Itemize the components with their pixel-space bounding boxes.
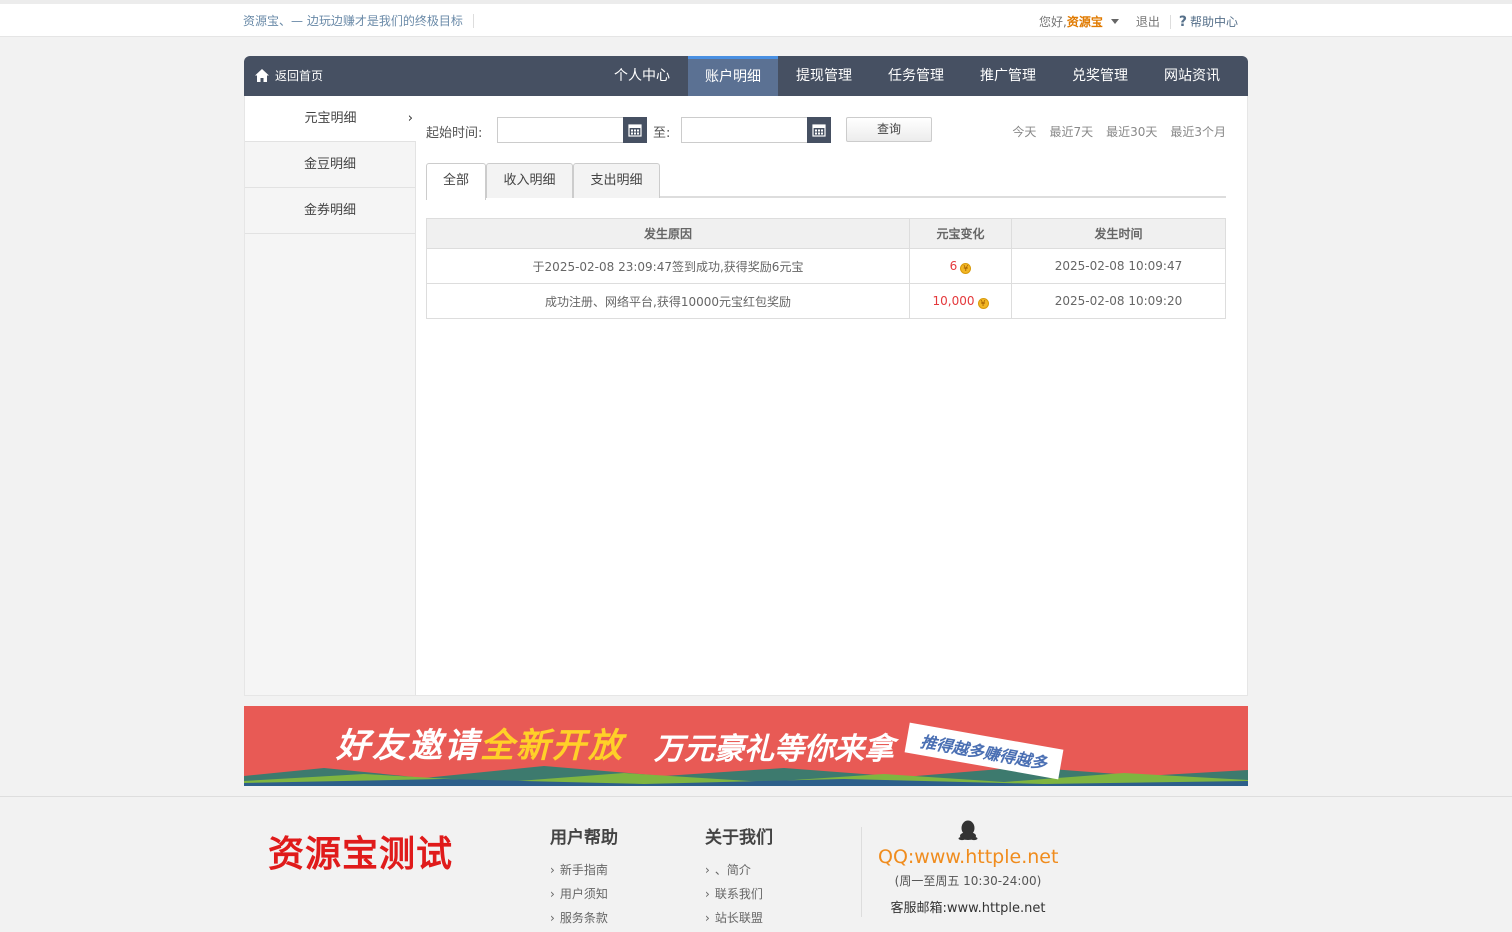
back-home-link[interactable]: 返回首页: [254, 67, 323, 84]
change-amount: 10,000: [932, 293, 975, 308]
question-icon[interactable]: ?: [1179, 14, 1187, 30]
chevron-right-icon: ›: [407, 111, 413, 126]
time-cell: 2025-02-08 10:09:20: [1011, 283, 1226, 319]
table-header-row: 发生原因 元宝变化 发生时间: [426, 218, 1226, 249]
footer-logo: 资源宝测试: [268, 833, 454, 875]
nav-item-promotion[interactable]: 推广管理: [962, 56, 1054, 96]
to-label: 至:: [653, 126, 671, 141]
quick-range-links: 今天 最近7天 最近30天 最近3个月: [999, 123, 1226, 140]
tab-all[interactable]: 全部: [426, 163, 486, 200]
quick-30-days[interactable]: 最近30天: [1106, 123, 1157, 140]
footer-link[interactable]: 服务条款: [550, 906, 618, 930]
user-menu: 您好, 资源宝 退出 ? 帮助中心: [1039, 13, 1238, 30]
home-icon: [255, 69, 269, 82]
reason-cell: 成功注册、网络平台,获得10000元宝红包奖励: [426, 283, 910, 319]
quick-today[interactable]: 今天: [1012, 123, 1036, 140]
records-table: 发生原因 元宝变化 发生时间 于2025-02-08 23:09:47签到成功,…: [426, 218, 1226, 319]
calendar-icon[interactable]: [623, 117, 647, 143]
footer-link[interactable]: 站长联盟: [705, 906, 773, 930]
sidebar-item-label: 金券明细: [303, 203, 356, 218]
sidebar-item-label: 元宝明细: [304, 111, 357, 126]
nav-item-prizes[interactable]: 兑奖管理: [1054, 56, 1146, 96]
footer: 资源宝测试 用户帮助 新手指南 用户须知 服务条款 关于我们 、简介 联系我们 …: [0, 796, 1512, 932]
column-header-reason: 发生原因: [426, 218, 910, 249]
nav-item-news[interactable]: 网站资讯: [1146, 56, 1238, 96]
nav-item-personal-center[interactable]: 个人中心: [596, 56, 688, 96]
start-time-label: 起始时间:: [426, 126, 483, 141]
footer-column-title: 用户帮助: [550, 828, 618, 848]
nav-item-account-details[interactable]: 账户明细: [688, 56, 778, 96]
reason-cell: 于2025-02-08 23:09:47签到成功,获得奖励6元宝: [426, 248, 910, 284]
footer-column-about: 关于我们 、简介 联系我们 站长联盟: [705, 823, 773, 930]
customer-service: QQ:www.httple.net (周一至周五 10:30-24:00) 客服…: [878, 819, 1058, 916]
table-row: 于2025-02-08 23:09:47签到成功,获得奖励6元宝 6 ¥ 2025…: [426, 248, 1226, 284]
footer-column-title: 关于我们: [705, 828, 773, 848]
qq-penguin-icon[interactable]: [957, 819, 979, 841]
banner-headline-text: 好友邀请: [336, 726, 480, 766]
tab-expense[interactable]: 支出明细: [573, 163, 660, 198]
footer-divider: [861, 827, 862, 917]
sidebar-item-yuanbao[interactable]: 元宝明细 ›: [245, 96, 416, 142]
nav-item-tasks[interactable]: 任务管理: [870, 56, 962, 96]
banner-subheadline: 万元豪礼等你来拿: [654, 732, 894, 767]
main-panel: 元宝明细 › 金豆明细 金券明细 起始时间: 至: 查询 今天 最近7天 最近3…: [244, 96, 1248, 696]
footer-link[interactable]: 、简介: [705, 858, 773, 882]
logout-link[interactable]: 退出: [1136, 13, 1160, 30]
table-row: 成功注册、网络平台,获得10000元宝红包奖励 10,000 ¥ 2025-02-…: [426, 283, 1226, 319]
yuanbao-coin-icon: ¥: [960, 262, 972, 274]
site-slogan: 资源宝、— 边玩边赚才是我们的终极目标: [243, 14, 474, 28]
tab-income[interactable]: 收入明细: [486, 163, 573, 198]
banner-headline: 好友邀请全新开放: [336, 718, 624, 767]
username-link[interactable]: 资源宝: [1067, 13, 1103, 30]
footer-column-help: 用户帮助 新手指南 用户须知 服务条款: [550, 823, 618, 930]
quick-3-months[interactable]: 最近3个月: [1170, 123, 1226, 140]
date-filter: 起始时间: 至: 查询 今天 最近7天 最近30天 最近3个月: [426, 117, 1226, 143]
calendar-icon[interactable]: [807, 117, 831, 143]
quick-7-days[interactable]: 最近7天: [1049, 123, 1093, 140]
column-header-time: 发生时间: [1011, 218, 1226, 249]
qq-contact[interactable]: QQ:www.httple.net: [878, 846, 1058, 868]
sidebar: 元宝明细 › 金豆明细 金券明细: [245, 96, 416, 695]
back-home-label: 返回首页: [275, 69, 324, 83]
end-date-input[interactable]: [681, 117, 831, 143]
detail-tabs: 全部 收入明细 支出明细: [426, 163, 1226, 200]
greeting-text: 您好,: [1039, 15, 1067, 29]
start-date-input[interactable]: [497, 117, 647, 143]
column-header-change: 元宝变化: [909, 218, 1012, 249]
footer-link[interactable]: 新手指南: [550, 858, 618, 882]
service-email: 客服邮箱:www.httple.net: [890, 901, 1046, 916]
time-cell: 2025-02-08 10:09:47: [1011, 248, 1226, 284]
change-cell: 6 ¥: [909, 248, 1012, 284]
banner-headline-highlight: 全新开放: [480, 726, 624, 766]
top-bar: 资源宝、— 边玩边赚才是我们的终极目标 您好, 资源宝 退出 ? 帮助中心: [0, 0, 1512, 37]
change-amount: 6: [949, 258, 958, 273]
invite-banner[interactable]: 好友邀请全新开放 万元豪礼等你来拿 推得越多赚得越多: [244, 706, 1248, 786]
main-nav: 返回首页 个人中心 账户明细 提现管理 任务管理 推广管理 兑奖管理 网站资讯: [244, 56, 1248, 96]
nav-item-withdraw[interactable]: 提现管理: [778, 56, 870, 96]
footer-link[interactable]: 联系我们: [705, 882, 773, 906]
dropdown-caret-icon[interactable]: [1110, 19, 1119, 24]
nav-menu: 个人中心 账户明细 提现管理 任务管理 推广管理 兑奖管理 网站资讯: [596, 56, 1238, 96]
query-button[interactable]: 查询: [846, 117, 932, 142]
help-center-link[interactable]: 帮助中心: [1190, 13, 1238, 30]
change-cell: 10,000 ¥: [909, 283, 1012, 319]
sidebar-item-jindou[interactable]: 金豆明细: [245, 142, 415, 188]
sidebar-item-label: 金豆明细: [303, 157, 356, 172]
service-hours: (周一至周五 10:30-24:00): [894, 874, 1042, 888]
sidebar-item-jinquan[interactable]: 金券明细: [245, 188, 415, 234]
footer-link[interactable]: 用户须知: [550, 882, 618, 906]
divider: [1169, 14, 1171, 29]
yuanbao-coin-icon: ¥: [977, 297, 989, 309]
